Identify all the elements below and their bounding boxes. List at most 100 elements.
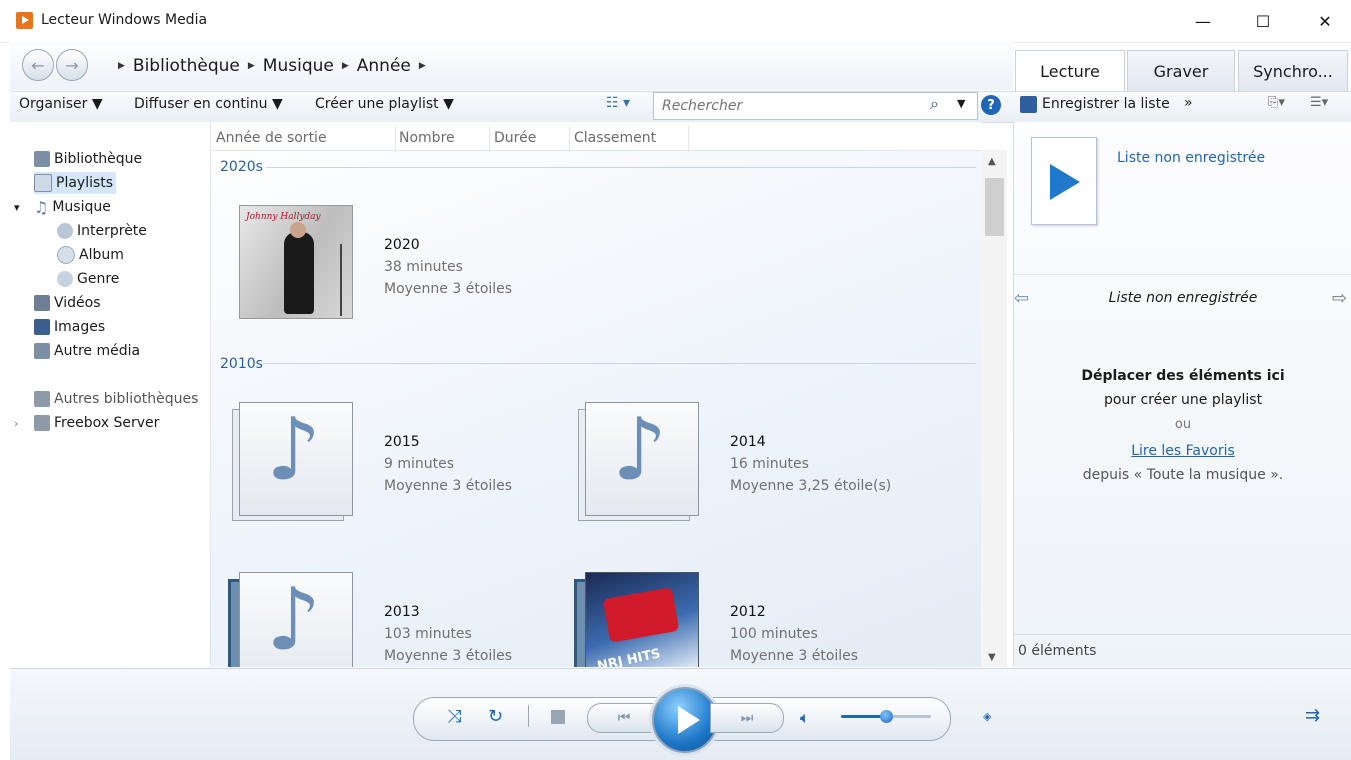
column-header-count[interactable]: Nombre — [399, 130, 455, 146]
volume-slider-thumb[interactable] — [880, 710, 893, 723]
repeat-button[interactable]: ↻ — [488, 706, 503, 727]
next-track-icon: ⏭ — [740, 710, 754, 726]
stream-menu[interactable]: Diffuser en continu ▼ — [134, 96, 283, 112]
visualizer-icon[interactable]: ◈ — [983, 710, 991, 723]
sidebar-item-label: Playlists — [56, 175, 114, 191]
column-header-rating[interactable]: Classement — [574, 130, 656, 146]
column-header-year[interactable]: Année de sortie — [216, 130, 327, 146]
sidebar-item-album[interactable]: Album — [57, 244, 124, 266]
sidebar-item-images[interactable]: Images — [34, 316, 105, 338]
music-note-icon: ♫ — [34, 197, 49, 217]
album-year: 2020 — [384, 237, 420, 253]
tab-synchro[interactable]: Synchro... — [1238, 50, 1348, 91]
maximize-button[interactable]: ☐ — [1240, 0, 1286, 42]
organize-menu[interactable]: Organiser ▼ — [19, 96, 103, 112]
sidebar-item-freebox[interactable]: › Freebox Server — [14, 412, 159, 434]
microphone-stand — [340, 244, 342, 316]
scroll-up-icon[interactable]: ▲ — [988, 156, 996, 167]
album-year: 2013 — [384, 604, 420, 620]
group-title-2020s: 2020s — [220, 159, 263, 175]
sidebar-item-genre[interactable]: Genre — [57, 268, 119, 290]
album-art-2012: NRJ HITS 2013 — [585, 572, 699, 667]
drop-heading: Déplacer des éléments ici — [1081, 368, 1285, 384]
album-rating: Moyenne 3 étoiles — [730, 648, 859, 664]
playlist-title[interactable]: Liste non enregistrée — [1117, 150, 1265, 166]
next-list-icon[interactable]: ⇨ — [1332, 288, 1347, 309]
search-dropdown-icon[interactable]: ▼ — [957, 97, 965, 110]
help-icon[interactable]: ? — [981, 95, 1001, 115]
shuffle-button[interactable]: ⤨ — [447, 706, 461, 727]
scroll-down-icon[interactable]: ▼ — [988, 652, 996, 663]
album-tile-2012[interactable]: NRJ HITS 2013 2012 100 minutes Moyenne 3… — [585, 572, 925, 667]
album-tile-2020[interactable]: Johnny Hallyday 2020 38 minutes Moyenne … — [239, 205, 559, 320]
album-disc-icon — [57, 246, 75, 264]
album-tile-2015[interactable]: ♪ 2015 9 minutes Moyenne 3 étoiles — [239, 402, 559, 517]
library-content: Année de sortie Nombre Durée Classement … — [211, 122, 981, 667]
album-rating: Moyenne 3 étoiles — [384, 478, 513, 494]
minimize-button[interactable]: — — [1180, 0, 1226, 42]
sidebar-item-music[interactable]: ▾ ♫ Musique — [14, 196, 111, 218]
sidebar-item-videos[interactable]: Vidéos — [34, 292, 101, 314]
breadcrumb-separator-icon[interactable]: ▶ — [419, 61, 426, 71]
drop-subtext: pour créer une playlist — [1103, 392, 1263, 408]
breadcrumb-library[interactable]: Bibliothèque — [133, 56, 240, 76]
tab-lecture[interactable]: Lecture — [1015, 50, 1125, 91]
album-art-placeholder: ♪ — [585, 402, 699, 516]
controls-divider — [528, 705, 529, 727]
create-playlist-menu[interactable]: Créer une playlist ▼ — [315, 96, 454, 112]
forward-button[interactable]: → — [56, 49, 88, 81]
item-count: 0 éléments — [1018, 643, 1097, 659]
play-button[interactable] — [652, 687, 718, 753]
album-year: 2014 — [730, 434, 766, 450]
video-icon — [34, 295, 50, 311]
volume-slider[interactable] — [841, 710, 931, 723]
search-input[interactable] — [660, 97, 924, 115]
sidebar-item-label: Vidéos — [54, 295, 101, 311]
sidebar-item-artist[interactable]: Interprète — [57, 220, 147, 242]
list-options-icon[interactable]: ☰▾ — [1310, 95, 1328, 110]
album-tile-2014[interactable]: ♪ 2014 16 minutes Moyenne 3,25 étoile(s) — [585, 402, 925, 517]
expand-chevron-icon[interactable]: › — [14, 417, 30, 430]
mute-button[interactable]: 🔈︎ — [800, 708, 810, 728]
next-button[interactable]: ⏭ — [710, 703, 784, 733]
breadcrumb-music[interactable]: Musique — [263, 56, 334, 76]
or-text: ou — [1174, 417, 1192, 432]
artist-head — [290, 222, 306, 238]
view-options-icon[interactable]: ☷ ▾ — [606, 95, 630, 111]
column-divider[interactable] — [395, 126, 396, 152]
expand-chevron-icon[interactable]: ▾ — [14, 201, 30, 214]
search-icon[interactable]: ⌕ — [930, 94, 939, 114]
column-divider[interactable] — [688, 126, 689, 152]
artist-icon — [57, 223, 73, 239]
save-list-button[interactable]: Enregistrer la liste — [1042, 96, 1170, 112]
sidebar-item-other-libraries[interactable]: Autres bibliothèques — [34, 388, 198, 410]
stop-button[interactable] — [551, 710, 565, 724]
back-arrow-icon: ← — [31, 55, 45, 75]
sidebar-item-label: Freebox Server — [54, 415, 160, 431]
column-header-duration[interactable]: Durée — [494, 130, 536, 146]
sidebar-item-other-media[interactable]: Autre média — [34, 340, 140, 362]
favorites-link[interactable]: Lire les Favoris — [1014, 443, 1351, 459]
back-button[interactable]: ← — [22, 49, 54, 81]
album-rating: Moyenne 3 étoiles — [384, 648, 513, 664]
sidebar-item-playlists[interactable]: Playlists — [34, 172, 116, 194]
album-duration: 16 minutes — [730, 456, 809, 472]
play-icon — [1050, 164, 1080, 200]
sidebar-item-library[interactable]: Bibliothèque — [34, 148, 142, 170]
window-title: Lecteur Windows Media — [41, 12, 208, 28]
breadcrumb-separator-icon: ▶ — [118, 61, 125, 71]
scrollbar-thumb[interactable] — [985, 178, 1004, 236]
previous-button[interactable]: ⏮ — [587, 703, 661, 733]
column-divider[interactable] — [569, 126, 570, 152]
album-tile-2013[interactable]: ♪ 2013 103 minutes Moyenne 3 étoiles — [239, 572, 559, 667]
switch-to-now-playing-icon[interactable]: ⇉ — [1305, 705, 1320, 726]
playlist-options-icon[interactable]: ⎘▾ — [1268, 95, 1285, 110]
tab-graver[interactable]: Graver — [1127, 50, 1235, 91]
more-options-button[interactable]: » — [1184, 95, 1193, 111]
artist-silhouette — [284, 232, 314, 314]
album-art-placeholder: ♪ — [239, 572, 353, 667]
column-divider[interactable] — [489, 126, 490, 152]
close-button[interactable]: ✕ — [1302, 0, 1348, 42]
navigation-pane: Bibliothèque Playlists ▾ ♫ Musique Inter… — [10, 122, 211, 667]
breadcrumb-year[interactable]: Année — [357, 56, 411, 76]
